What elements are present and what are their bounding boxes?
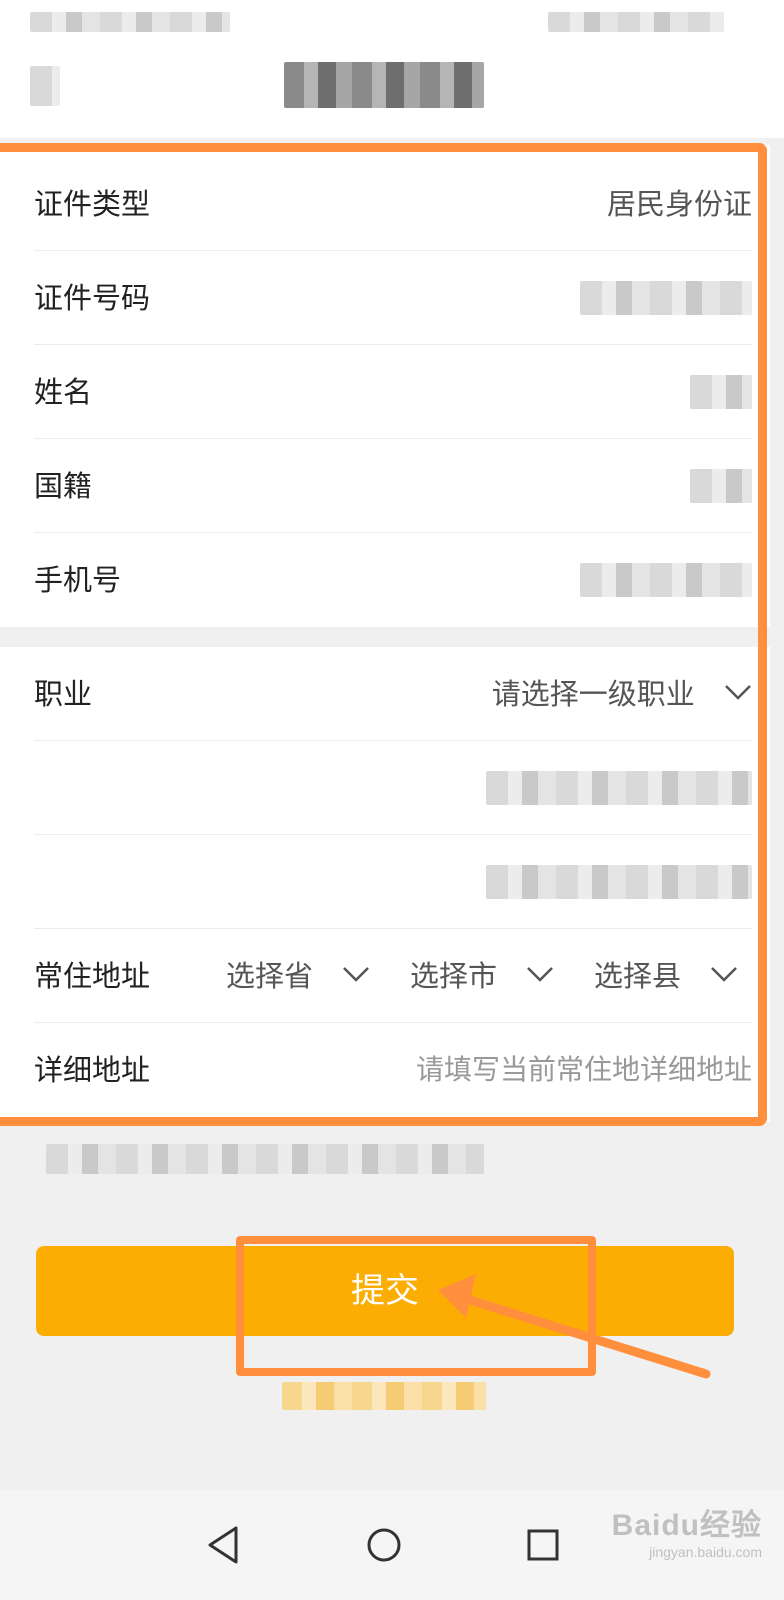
watermark-sub-text: jingyan.baidu.com — [649, 1544, 762, 1560]
home-circle-icon[interactable] — [351, 1512, 417, 1578]
redacted-link-text — [282, 1382, 486, 1410]
back-triangle-icon[interactable] — [192, 1512, 258, 1578]
baidu-jingyan-watermark: Baidu经验 jingyan.baidu.com — [612, 1500, 762, 1560]
recents-square-icon[interactable] — [510, 1512, 576, 1578]
watermark-main-text: Baidu经验 — [611, 1509, 762, 1542]
annotation-arrow-icon — [438, 1274, 711, 1379]
